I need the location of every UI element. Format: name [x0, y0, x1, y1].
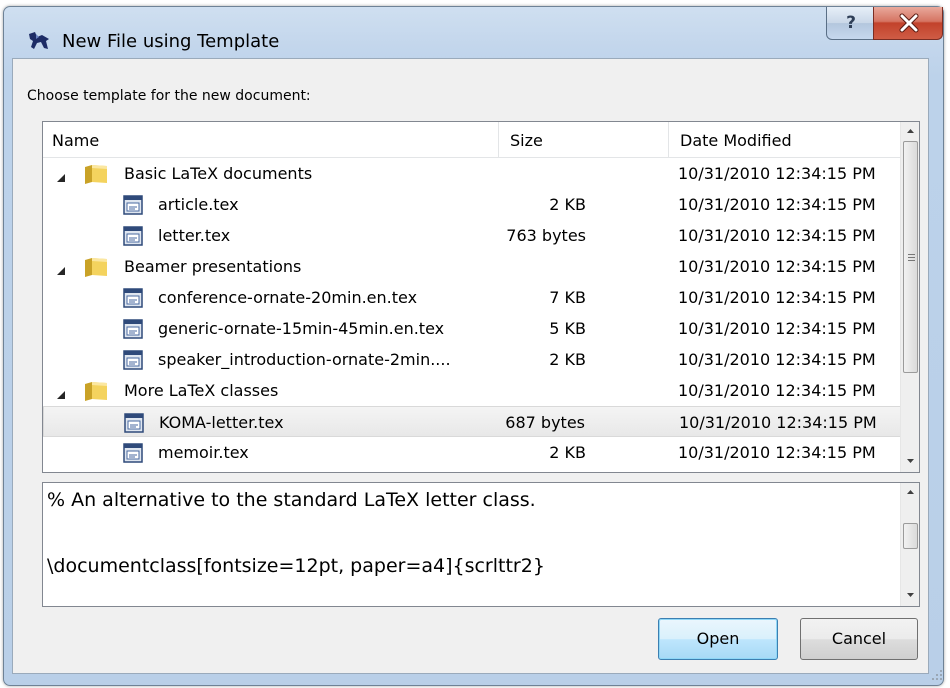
cell-size: 2 KB	[549, 443, 586, 462]
cell-size: 5 KB	[549, 319, 586, 338]
scroll-up-arrow[interactable]	[901, 483, 919, 501]
cell-size: 687 bytes	[505, 413, 585, 432]
cell-name: conference-ornate-20min.en.tex	[158, 288, 418, 307]
file-row[interactable]: speaker_introduction-ornate-2min.... 2 KB…	[43, 344, 901, 375]
scroll-thumb[interactable]	[903, 141, 918, 373]
file-row[interactable]: article.tex 2 KB 10/31/2010 12:34:15 PM	[43, 189, 901, 220]
cell-name: article.tex	[158, 195, 239, 214]
open-button[interactable]: Open	[658, 618, 778, 660]
preview-line: % An alternative to the standard LaTeX l…	[47, 489, 536, 511]
close-icon	[899, 13, 919, 33]
cell-date: 10/31/2010 12:34:15 PM	[678, 350, 876, 369]
list-header: Name Size Date Modified	[43, 122, 901, 158]
cell-date: 10/31/2010 12:34:15 PM	[678, 164, 876, 183]
window-title: New File using Template	[62, 31, 280, 52]
scroll-down-arrow[interactable]	[901, 586, 919, 604]
cell-name: generic-ornate-15min-45min.en.tex	[158, 319, 445, 338]
cell-date: 10/31/2010 12:34:15 PM	[678, 381, 876, 400]
cell-date: 10/31/2010 12:34:15 PM	[678, 226, 876, 245]
close-button[interactable]	[873, 7, 943, 40]
tex-file-icon	[124, 413, 144, 437]
svg-text:?: ?	[846, 13, 856, 33]
title-bar[interactable]: New File using Template	[4, 7, 943, 65]
preview-line: \documentclass[fontsize=12pt, paper=a4]{…	[47, 555, 545, 577]
preview-vertical-scrollbar[interactable]	[900, 483, 919, 606]
folder-row[interactable]: More LaTeX classes 10/31/2010 12:34:15 PM	[43, 375, 901, 406]
tex-file-icon	[123, 319, 143, 343]
file-row[interactable]: KOMA-letter.tex 687 bytes 10/31/2010 12:34…	[43, 406, 901, 437]
folder-row[interactable]: Beamer presentations 10/31/2010 12:34:15 …	[43, 251, 901, 282]
cell-size: 763 bytes	[506, 226, 586, 245]
template-preview[interactable]: % An alternative to the standard LaTeX l…	[42, 482, 920, 607]
expand-arrow-icon[interactable]	[56, 385, 66, 404]
cell-name: Beamer presentations	[124, 257, 302, 276]
help-button[interactable]: ?	[826, 7, 874, 40]
scroll-down-arrow[interactable]	[901, 452, 919, 470]
file-row[interactable]: generic-ornate-15min-45min.en.tex 5 KB 10/…	[43, 313, 901, 344]
tex-file-icon	[123, 288, 143, 312]
tex-file-icon	[123, 195, 143, 219]
cell-date: 10/31/2010 12:34:15 PM	[678, 443, 876, 462]
column-header-name[interactable]: Name	[52, 131, 99, 150]
folder-row[interactable]: Basic LaTeX documents 10/31/2010 12:34:15…	[43, 158, 901, 189]
tex-file-icon	[123, 226, 143, 250]
resize-grip-icon[interactable]	[932, 670, 944, 682]
cell-size: 2 KB	[549, 350, 586, 369]
template-list[interactable]: Name Size Date Modified Basic LaTeX docu…	[42, 121, 920, 473]
scroll-up-arrow[interactable]	[901, 122, 919, 140]
folder-icon	[83, 255, 109, 283]
folder-icon	[83, 379, 109, 407]
folder-icon	[83, 162, 109, 190]
column-divider[interactable]	[498, 122, 499, 158]
cell-date: 10/31/2010 12:34:15 PM	[678, 195, 876, 214]
help-icon: ?	[846, 13, 856, 33]
cell-name: speaker_introduction-ornate-2min....	[158, 350, 451, 369]
cell-size: 7 KB	[549, 288, 586, 307]
cell-name: KOMA-letter.tex	[159, 413, 284, 432]
cell-date: 10/31/2010 12:34:15 PM	[679, 413, 877, 432]
file-row[interactable]: conference-ornate-20min.en.tex 7 KB 10/31/…	[43, 282, 901, 313]
cell-size: 2 KB	[549, 195, 586, 214]
cancel-button[interactable]: Cancel	[800, 618, 918, 660]
file-row[interactable]: memoir.tex 2 KB 10/31/2010 12:34:15 PM	[43, 437, 901, 468]
tex-file-icon	[123, 350, 143, 374]
cell-name: letter.tex	[158, 226, 231, 245]
expand-arrow-icon[interactable]	[56, 168, 66, 187]
scroll-thumb[interactable]	[903, 523, 918, 549]
cell-date: 10/31/2010 12:34:15 PM	[678, 288, 876, 307]
column-header-date[interactable]: Date Modified	[680, 131, 792, 150]
expand-arrow-icon[interactable]	[56, 261, 66, 280]
cell-date: 10/31/2010 12:34:15 PM	[678, 319, 876, 338]
cell-name: memoir.tex	[158, 443, 249, 462]
cell-name: Basic LaTeX documents	[124, 164, 313, 183]
tex-file-icon	[123, 443, 143, 467]
file-row[interactable]: letter.tex 763 bytes 10/31/2010 12:34:15 P…	[43, 220, 901, 251]
prompt-label: Choose template for the new document:	[27, 88, 311, 104]
column-header-size[interactable]: Size	[510, 131, 543, 150]
cell-date: 10/31/2010 12:34:15 PM	[678, 257, 876, 276]
texworks-lion-icon	[27, 31, 51, 51]
cell-name: More LaTeX classes	[124, 381, 279, 400]
list-vertical-scrollbar[interactable]	[900, 122, 919, 472]
column-divider[interactable]	[668, 122, 669, 158]
